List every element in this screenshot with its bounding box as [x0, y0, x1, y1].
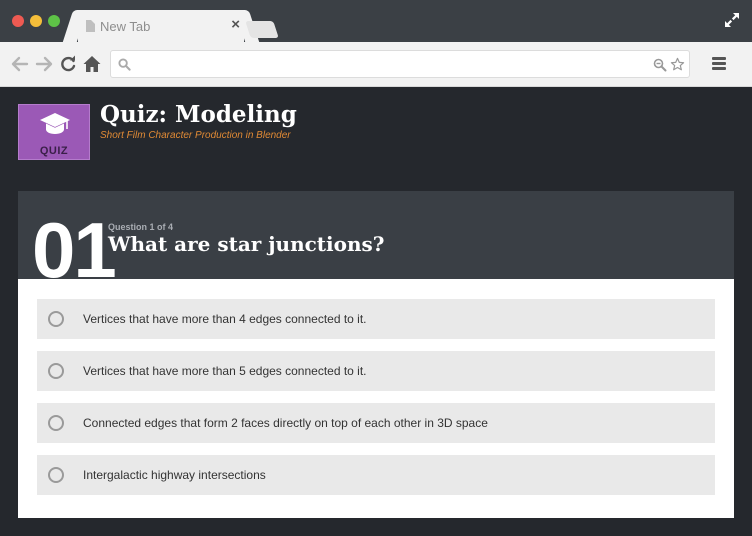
close-window-button[interactable]	[12, 15, 24, 27]
address-input[interactable]	[137, 55, 637, 73]
question-counter: Question 1 of 4	[108, 222, 174, 232]
question-number: 01	[32, 206, 117, 279]
graduation-cap-icon	[40, 113, 70, 134]
home-icon[interactable]	[82, 54, 102, 74]
question-text: What are star junctions?	[108, 232, 385, 256]
radio-button[interactable]	[48, 311, 64, 327]
zoom-icon[interactable]	[653, 58, 667, 72]
answer-label: Vertices that have more than 5 edges con…	[83, 364, 367, 378]
hamburger-menu-icon[interactable]	[712, 57, 726, 71]
tab-new-tab[interactable]: New Tab ×	[78, 10, 244, 42]
address-bar[interactable]	[110, 50, 690, 78]
badge-label: QUIZ	[39, 145, 69, 157]
new-tab-button[interactable]	[245, 21, 279, 38]
page-icon	[86, 20, 95, 32]
reload-icon[interactable]	[58, 54, 78, 74]
zoom-window-button[interactable]	[48, 15, 60, 27]
radio-button[interactable]	[48, 415, 64, 431]
page-title: Quiz: Modeling	[100, 101, 297, 128]
course-subtitle: Short Film Character Production in Blend…	[100, 130, 291, 141]
arrow-right-icon[interactable]	[34, 54, 54, 74]
search-icon	[118, 58, 131, 71]
answer-option[interactable]: Intergalactic highway intersections	[37, 455, 715, 495]
tab-title: New Tab	[100, 19, 151, 34]
radio-button[interactable]	[48, 467, 64, 483]
answer-label: Connected edges that form 2 faces direct…	[83, 416, 488, 430]
arrow-left-icon[interactable]	[10, 54, 30, 74]
radio-button[interactable]	[48, 363, 64, 379]
browser-tab-strip: New Tab ×	[0, 0, 752, 42]
minimize-window-button[interactable]	[30, 15, 42, 27]
answer-option[interactable]: Vertices that have more than 5 edges con…	[37, 351, 715, 391]
browser-toolbar	[0, 42, 752, 87]
answer-label: Intergalactic highway intersections	[83, 468, 266, 482]
star-icon[interactable]	[670, 57, 685, 72]
page-content: QUIZ Quiz: Modeling Short Film Character…	[0, 87, 752, 536]
tab-close-icon[interactable]: ×	[231, 17, 240, 33]
fullscreen-icon[interactable]	[724, 12, 740, 28]
answer-option[interactable]: Vertices that have more than 4 edges con…	[37, 299, 715, 339]
question-panel: 01 Question 1 of 4 What are star junctio…	[18, 191, 734, 518]
question-header: 01 Question 1 of 4 What are star junctio…	[18, 191, 734, 279]
quiz-badge: QUIZ	[18, 104, 90, 160]
answer-option[interactable]: Connected edges that form 2 faces direct…	[37, 403, 715, 443]
answer-label: Vertices that have more than 4 edges con…	[83, 312, 367, 326]
answer-list: Vertices that have more than 4 edges con…	[37, 299, 715, 507]
